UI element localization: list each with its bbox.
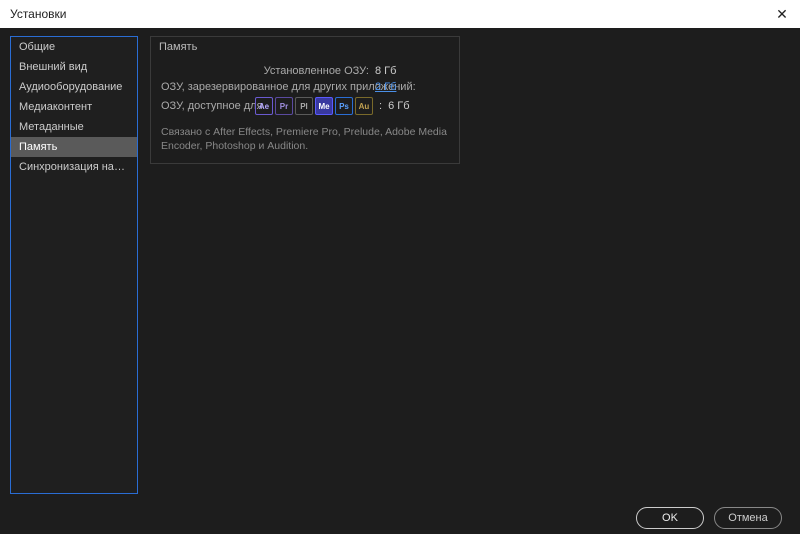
ok-button[interactable]: OK	[636, 507, 704, 529]
reserved-ram-value[interactable]: 2 Гб	[375, 81, 396, 93]
row-installed-ram: Установленное ОЗУ: 8 Гб	[161, 65, 449, 77]
after-effects-icon: Ae	[255, 97, 273, 115]
row-reserved-ram: ОЗУ, зарезервированное для других прилож…	[161, 81, 449, 93]
cancel-button[interactable]: Отмена	[714, 507, 782, 529]
window-title: Установки	[10, 7, 66, 21]
sidebar: Общие Внешний вид Аудиооборудование Меди…	[10, 36, 138, 494]
sidebar-item-audio-hardware[interactable]: Аудиооборудование	[11, 77, 137, 97]
linked-apps-note: Связано с After Effects, Premiere Pro, P…	[161, 125, 449, 153]
prelude-icon: Pl	[295, 97, 313, 115]
row-available-ram: ОЗУ, доступное для Ae Pr Pl Me Ps Au : 6…	[161, 97, 449, 115]
panel-body: Установленное ОЗУ: 8 Гб ОЗУ, зарезервиро…	[151, 59, 459, 163]
installed-ram-value: 8 Гб	[375, 65, 396, 77]
premiere-pro-icon: Pr	[275, 97, 293, 115]
available-ram-separator: :	[379, 100, 382, 112]
app-icons: Ae Pr Pl Me Ps Au	[255, 97, 373, 115]
photoshop-icon: Ps	[335, 97, 353, 115]
close-icon[interactable]: ✕	[772, 6, 792, 23]
installed-ram-label: Установленное ОЗУ:	[161, 65, 369, 77]
media-encoder-icon: Me	[315, 97, 333, 115]
sidebar-item-appearance[interactable]: Внешний вид	[11, 57, 137, 77]
panel-title: Память	[151, 37, 459, 59]
available-ram-label: ОЗУ, доступное для	[161, 100, 249, 112]
memory-panel: Память Установленное ОЗУ: 8 Гб ОЗУ, заре…	[150, 36, 460, 164]
available-ram-value: 6 Гб	[388, 100, 409, 112]
sidebar-item-memory[interactable]: Память	[11, 137, 137, 157]
sidebar-item-sync-settings[interactable]: Синхронизация настроек	[11, 157, 137, 177]
sidebar-item-metadata[interactable]: Метаданные	[11, 117, 137, 137]
reserved-ram-label: ОЗУ, зарезервированное для других прилож…	[161, 81, 369, 93]
footer: OK Отмена	[0, 502, 800, 534]
titlebar: Установки ✕	[0, 0, 800, 28]
content: Общие Внешний вид Аудиооборудование Меди…	[0, 28, 800, 502]
sidebar-item-media[interactable]: Медиаконтент	[11, 97, 137, 117]
audition-icon: Au	[355, 97, 373, 115]
sidebar-item-general[interactable]: Общие	[11, 37, 137, 57]
main-panel: Память Установленное ОЗУ: 8 Гб ОЗУ, заре…	[138, 28, 800, 502]
